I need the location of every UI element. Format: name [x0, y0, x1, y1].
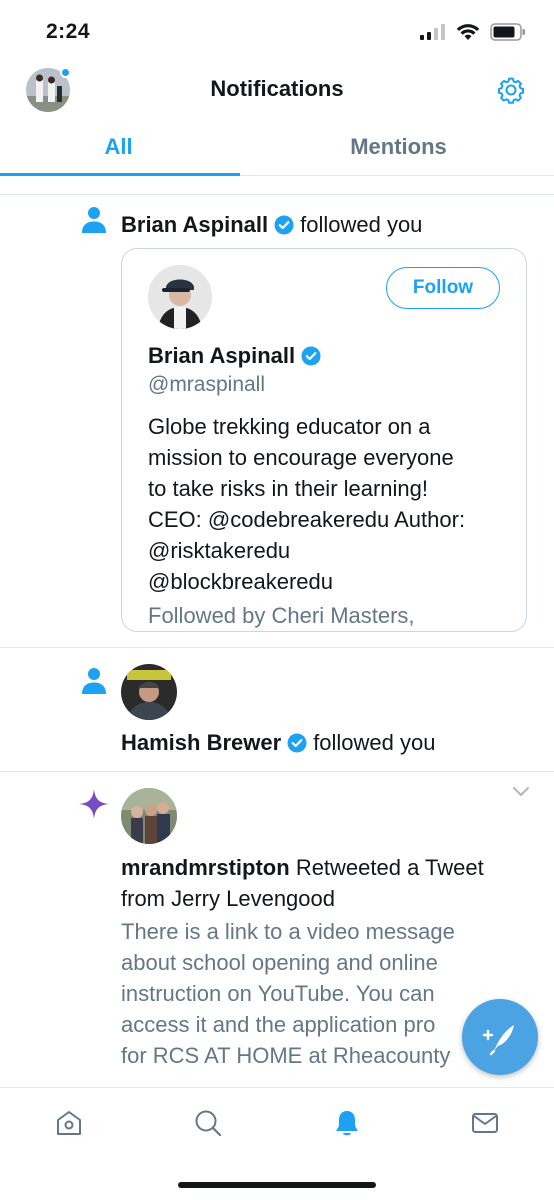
card-name-text[interactable]: Brian Aspinall — [148, 343, 295, 368]
mail-icon[interactable] — [470, 1108, 500, 1138]
bell-icon[interactable] — [332, 1108, 362, 1138]
search-icon[interactable] — [193, 1108, 223, 1138]
tab-all[interactable]: All — [0, 134, 257, 160]
sparkle-icon — [79, 789, 109, 819]
tab-bar: All Mentions — [0, 118, 554, 176]
tab-mentions[interactable]: Mentions — [260, 134, 537, 160]
bio-line: @risktakeredu — [148, 538, 291, 563]
tweet-line: There is a link to a video message — [121, 919, 455, 944]
action-text: Retweeted a Tweet — [295, 855, 484, 880]
divider — [0, 647, 554, 648]
divider — [0, 194, 554, 195]
notification-title: mrandmrstipton Retweeted a Tweet from Je… — [121, 852, 541, 914]
bio-line: to take risks in their learning! — [148, 476, 429, 501]
nav-bar: Notifications — [0, 60, 554, 118]
gear-icon[interactable] — [496, 75, 526, 105]
follow-button[interactable]: Follow — [386, 267, 500, 309]
card-avatar[interactable] — [148, 265, 212, 329]
status-time: 2:24 — [46, 20, 91, 43]
page-title: Notifications — [210, 76, 344, 101]
user-avatar[interactable] — [121, 664, 177, 720]
bio-line: @blockbreakeredu — [148, 569, 333, 594]
verified-badge-icon — [274, 215, 294, 235]
followed-by-text: Followed by Cheri Masters, — [148, 603, 415, 628]
notification-title: Brian Aspinall followed you — [121, 212, 422, 238]
home-indicator[interactable] — [178, 1182, 376, 1188]
card-bio: Globe trekking educator on a mission to … — [148, 411, 518, 597]
user-card[interactable]: Follow Brian Aspinall @mraspinall Globe … — [121, 248, 527, 632]
home-icon[interactable] — [54, 1108, 84, 1138]
verified-badge-icon — [301, 346, 321, 366]
user-name[interactable]: mrandmrstipton — [121, 855, 290, 880]
notification-title: Hamish Brewer followed you — [121, 730, 436, 756]
person-icon — [82, 668, 106, 694]
action-text: followed you — [300, 212, 423, 237]
bio-line: mission to encourage everyone — [148, 445, 454, 470]
action-text-2: from Jerry Levengood — [121, 886, 335, 911]
verified-badge-icon — [287, 733, 307, 753]
tab-active-indicator — [0, 173, 240, 176]
battery-icon — [490, 23, 525, 41]
chevron-down-icon[interactable] — [512, 786, 530, 798]
card-name: Brian Aspinall — [148, 343, 327, 369]
compose-feather-icon — [482, 1025, 514, 1056]
status-bar: 2:24 — [0, 0, 554, 60]
bio-line: Globe trekking educator on a — [148, 414, 431, 439]
tweet-line: about school opening and online — [121, 950, 438, 975]
user-name[interactable]: Hamish Brewer — [121, 730, 281, 755]
person-icon — [82, 207, 106, 233]
divider — [0, 771, 554, 772]
compose-tweet-button[interactable] — [462, 999, 538, 1075]
status-icons — [420, 23, 526, 41]
signal-icon — [420, 24, 445, 40]
action-text: followed you — [313, 730, 436, 755]
card-handle: @mraspinall — [148, 373, 266, 396]
user-name[interactable]: Brian Aspinall — [121, 212, 268, 237]
user-avatar[interactable] — [121, 788, 177, 844]
wifi-icon — [456, 24, 480, 40]
bio-line: CEO: @codebreakeredu Author: — [148, 507, 466, 532]
